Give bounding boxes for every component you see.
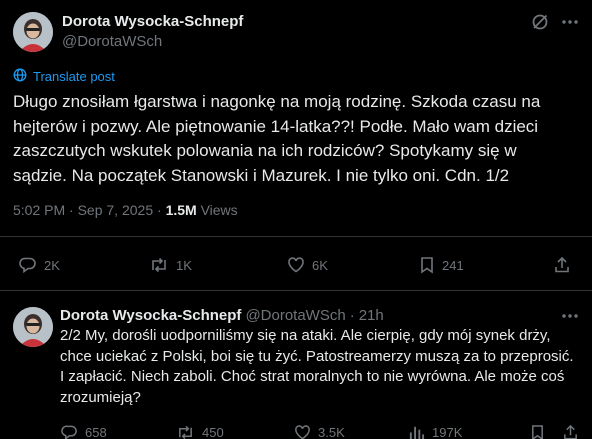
tweet-text: Długo znosiłam łgarstwa i nagonkę na moj… [13,92,541,185]
repost-icon [179,425,192,439]
reply-count: 2K [44,257,60,273]
views-icon [409,426,425,439]
like-icon [295,425,310,439]
share-icon [564,424,577,439]
meta-separator-2: · [157,202,162,218]
author-name[interactable]: Dorota Wysocka-Schnepf [62,13,243,30]
reply-repost-count: 450 [202,425,224,439]
divider-top [0,236,592,237]
like-icon [288,257,304,273]
reply-repost-button[interactable]: 450 [176,424,224,439]
reply-header: Dorota Wysocka-Schnepf @DorotaWSch · 21h [60,307,580,324]
bookmark-icon [532,425,543,439]
repost-count: 1K [176,257,192,273]
reply-reply-count: 658 [85,425,107,439]
reply-views-button[interactable]: 197K [408,424,462,439]
reply-button[interactable]: 2K [19,256,60,274]
repost-icon [152,257,166,273]
reply-separator: · [349,307,355,324]
reply-text: 2/2 My, dorośli uodporniliśmy się na ata… [60,327,574,406]
bookmark-button[interactable]: 241 [419,256,464,274]
reply-author-avatar[interactable] [13,307,53,347]
translate-link[interactable]: Translate post [13,68,115,85]
share-button[interactable] [553,256,571,274]
reply-views-count: 197K [432,425,463,439]
reply-more-icon[interactable] [560,306,580,326]
reply-bookmark-button[interactable] [530,424,545,439]
repost-button[interactable]: 1K [149,256,192,274]
bookmark-count: 241 [442,257,464,273]
like-count: 6K [312,257,328,273]
divider-bottom [0,290,592,291]
author-handle[interactable]: @DorotaWSch [62,33,162,50]
reply-like-count: 3.5K [318,425,345,439]
reply-icon [19,257,36,274]
reply-author-handle[interactable]: @DorotaWSch [245,307,345,324]
meta-separator: · [69,202,74,218]
more-icon[interactable] [560,12,580,32]
reply-share-button[interactable] [562,424,579,439]
reply-reply-button[interactable]: 658 [61,424,107,439]
grok-icon[interactable] [530,12,550,32]
views-count: 1.5M [165,202,197,218]
reply-icon [61,425,77,439]
reply-tweet[interactable]: Dorota Wysocka-Schnepf @DorotaWSch · 21h… [60,307,580,408]
reply-author-name[interactable]: Dorota Wysocka-Schnepf [60,307,241,324]
tweet-time[interactable]: 5:02 PM [13,202,65,218]
translate-label: Translate post [33,69,115,84]
tweet-date[interactable]: Sep 7, 2025 [78,202,154,218]
like-button[interactable]: 6K [287,256,328,274]
views-label: Views [200,202,238,218]
bookmark-icon [421,257,433,274]
reply-like-button[interactable]: 3.5K [294,424,345,439]
globe-icon [13,68,27,85]
tweet-meta: 5:02 PM · Sep 7, 2025 · 1.5M Views [13,202,238,218]
reply-age[interactable]: 21h [359,307,384,324]
author-avatar[interactable] [13,12,53,52]
share-icon [555,256,569,273]
